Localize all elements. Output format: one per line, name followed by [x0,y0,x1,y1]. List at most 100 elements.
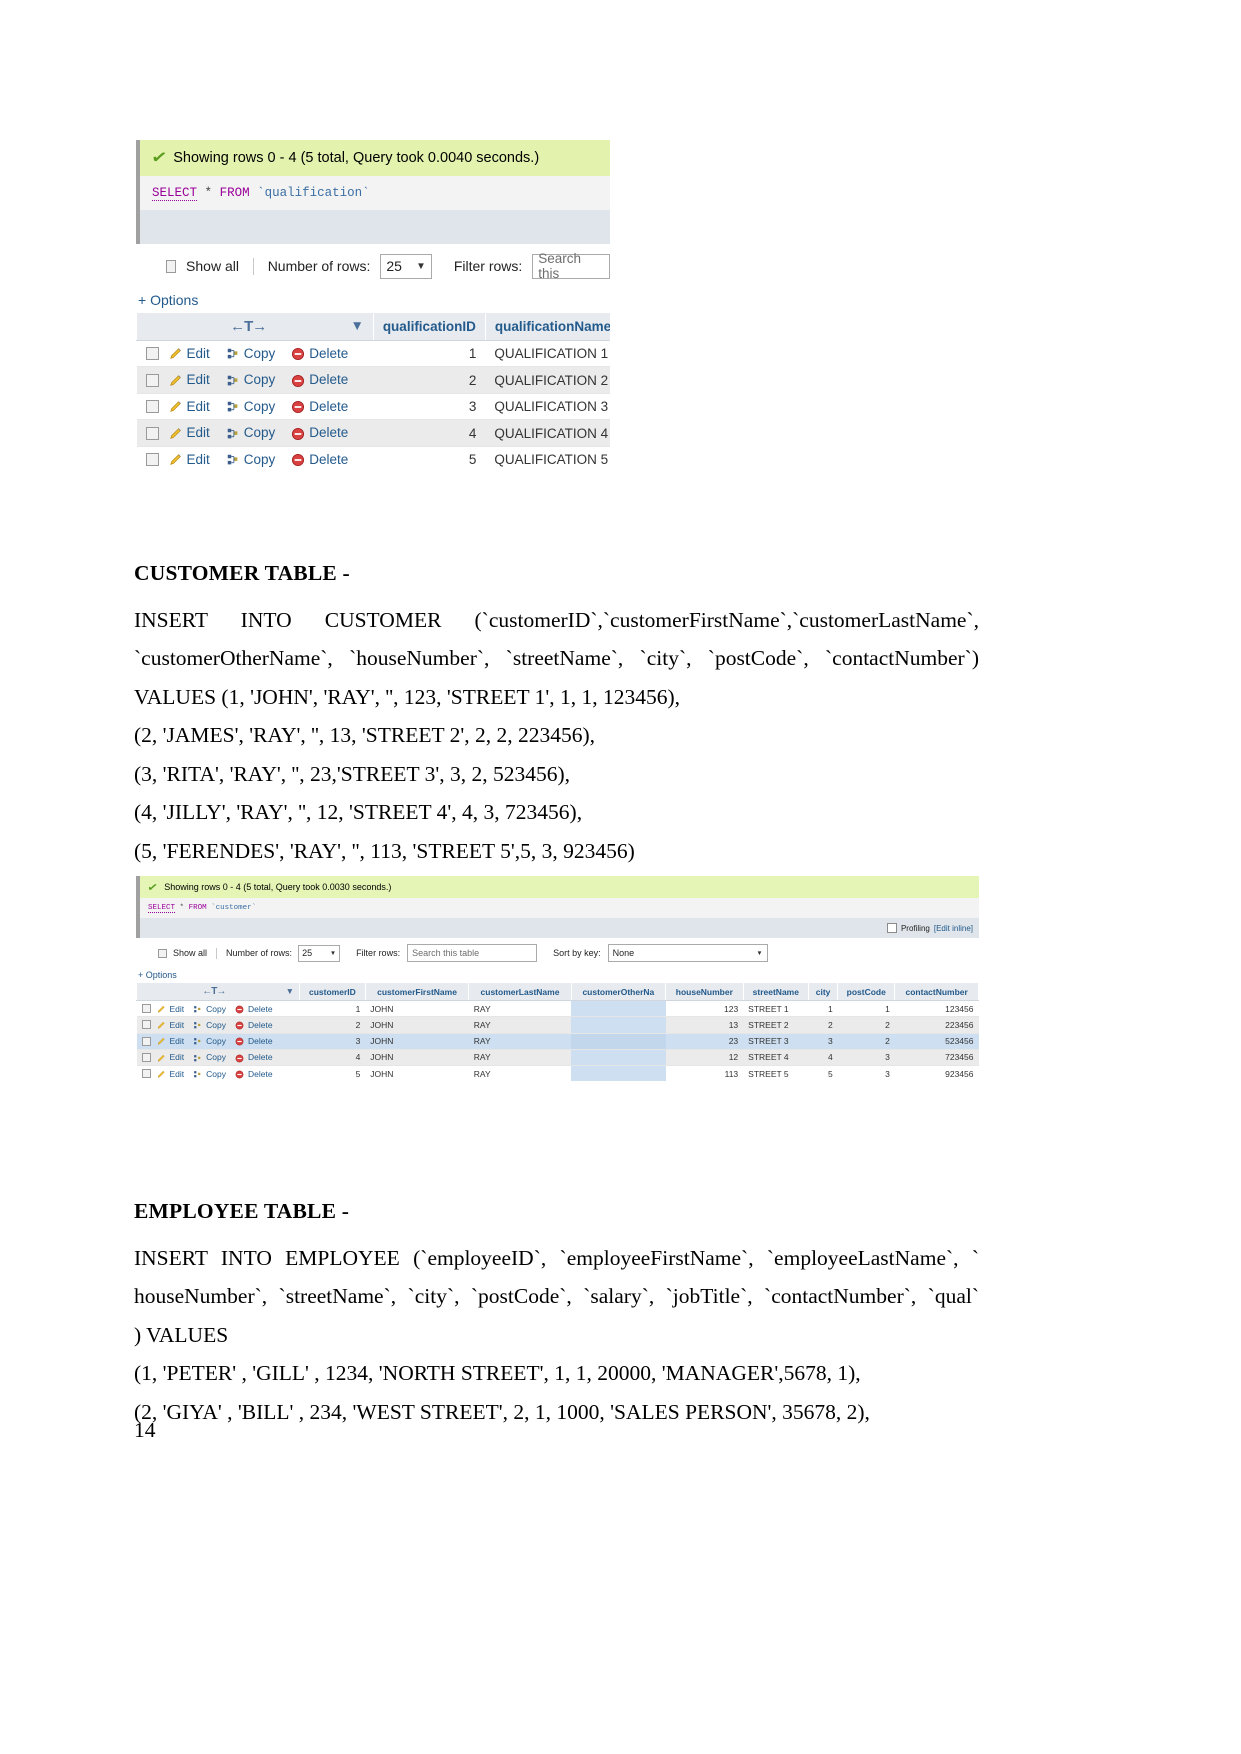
row-select-checkbox[interactable] [145,400,159,414]
qualification-result-screenshot: ✓ Showing rows 0 - 4 (5 total, Query too… [136,140,610,480]
delete-link[interactable]: Delete [235,1036,273,1046]
delete-label: Delete [309,346,349,361]
cell-othername [571,1065,666,1082]
table-row[interactable]: Edit Copy Delete 3 QUALIFICATION 3 [136,392,610,420]
column-header-customerothername[interactable]: customerOtherNa [570,982,667,1001]
row-select-checkbox[interactable] [141,1004,151,1014]
delete-link[interactable]: Delete [235,1069,273,1079]
delete-icon [235,1054,244,1062]
column-header-customerid[interactable]: customerID [299,982,366,1001]
edit-label: Edit [169,1003,185,1014]
edit-link[interactable]: Edit [169,346,210,361]
cell-streetname: STREET 2 [743,1016,809,1033]
copy-icon [227,402,238,412]
customer-action-strip: Profiling [Edit inline] [136,918,979,938]
table-row[interactable]: Edit Copy Delete 2 QUALIFICATION 2 [136,366,610,394]
options-toggle[interactable]: + Options [136,288,610,312]
edit-link[interactable]: Edit [157,1036,184,1046]
row-select-checkbox[interactable] [145,452,159,466]
cell-firstname: JOHN [365,1048,469,1066]
delete-link[interactable]: Delete [235,1052,273,1062]
customer-status-banner: ✓ Showing rows 0 - 4 (5 total, Query too… [136,876,979,898]
edit-link[interactable]: Edit [169,452,210,467]
table-row[interactable]: Edit Copy Delete 5 JOHN RAY 113 STREET 5… [136,1065,979,1082]
delete-link[interactable]: Delete [291,399,348,414]
column-header-streetname[interactable]: streetName [742,982,809,1001]
table-row[interactable]: Edit Copy Delete 4 JOHN RAY 12 STREET 4 … [136,1048,979,1066]
delete-link[interactable]: Delete [291,452,348,467]
chevron-down-icon[interactable]: ▼ [350,318,363,333]
delete-link[interactable]: Delete [235,1020,273,1030]
row-select-checkbox[interactable] [141,1069,151,1079]
row-select-checkbox[interactable] [141,1020,151,1030]
customer-section-heading: CUSTOMER TABLE - [134,561,350,585]
copy-link[interactable]: Copy [226,425,275,440]
edit-link[interactable]: Edit [169,372,210,387]
edit-link[interactable]: Edit [169,399,210,414]
column-header-customerlastname[interactable]: customerLastName [468,982,572,1001]
show-all-checkbox[interactable] [158,948,167,958]
delete-link[interactable]: Delete [291,346,348,361]
options-toggle[interactable]: + Options [136,968,979,982]
column-header-qualificationname[interactable]: qualificationName [484,312,610,341]
copy-link[interactable]: Copy [193,1020,226,1030]
column-header-qualificationid[interactable]: qualificationID [372,312,486,341]
column-header-customerfirstname[interactable]: customerFirstName [364,982,470,1001]
copy-link[interactable]: Copy [226,372,276,388]
copy-link[interactable]: Copy [193,1069,226,1079]
row-select-checkbox[interactable] [145,373,159,387]
table-row[interactable]: Edit Copy Delete 1 QUALIFICATION 1 [136,339,610,367]
copy-link[interactable]: Copy [226,346,275,361]
sort-by-key-select[interactable]: None ▼ [607,944,768,962]
edit-link[interactable]: Edit [169,425,210,440]
cell-streetname: STREET 3 [743,1032,809,1050]
cell-lastname: RAY [468,1065,572,1082]
copy-link[interactable]: Copy [226,451,276,467]
row-select-checkbox[interactable] [145,347,159,361]
table-row[interactable]: Edit Copy Delete 3 JOHN RAY 23 STREET 3 … [136,1032,979,1050]
row-select-checkbox[interactable] [141,1052,151,1062]
delete-icon [235,1037,244,1046]
employee-sql-line: houseNumber`, `streetName`, `city`, `pos… [134,1284,979,1309]
customer-sql-line: (5, 'FERENDES', 'RAY', '', 113, 'STREET … [134,838,635,863]
filter-rows-input[interactable]: Search this table [407,944,538,962]
copy-label: Copy [243,372,276,388]
cell-contactnumber: 923456 [894,1065,979,1082]
column-header-postcode[interactable]: postCode [837,982,896,1001]
cell-lastname: RAY [468,999,572,1017]
number-of-rows-select[interactable]: 25 ▼ [298,944,341,962]
edit-link[interactable]: Edit [157,1052,184,1062]
copy-link[interactable]: Copy [226,399,275,414]
number-of-rows-select[interactable]: 25 ▼ [380,253,432,279]
show-all-checkbox[interactable] [166,259,177,273]
success-check-icon: ✓ [149,146,169,169]
delete-link[interactable]: Delete [291,372,348,387]
row-actions-cell: Edit Copy Delete [136,1065,300,1082]
column-header-city[interactable]: city [807,982,839,1001]
column-header-contactnumber[interactable]: contactNumber [894,982,979,1001]
table-row[interactable]: Edit Copy Delete 5 QUALIFICATION 5 [136,445,610,473]
column-header-housenumber[interactable]: houseNumber [665,982,744,1001]
table-row[interactable]: Edit Copy Delete 1 JOHN RAY 123 STREET 1… [136,999,979,1017]
table-row[interactable]: Edit Copy Delete 4 QUALIFICATION 4 [136,419,610,447]
chevron-down-icon[interactable]: ▼ [286,986,294,996]
table-row[interactable]: Edit Copy Delete 2 JOHN RAY 13 STREET 2 … [136,1016,979,1033]
pencil-icon [157,1070,165,1078]
copy-label: Copy [243,451,276,467]
row-select-checkbox[interactable] [141,1036,151,1046]
edit-link[interactable]: Edit [157,1020,184,1030]
edit-link[interactable]: Edit [157,1003,185,1014]
copy-link[interactable]: Copy [193,1004,226,1014]
copy-link[interactable]: Copy [193,1036,226,1046]
row-select-checkbox[interactable] [145,426,159,440]
filter-rows-input[interactable]: Search this [532,251,610,281]
sort-by-key-value: None [612,948,635,958]
qualification-controls-row: Show all Number of rows: 25 ▼ Filter row… [136,244,610,288]
chevron-down-icon: ▼ [756,949,763,957]
delete-link[interactable]: Delete [291,425,348,440]
delete-link[interactable]: Delete [235,1004,273,1014]
profiling-checkbox[interactable] [886,923,897,933]
edit-inline-link[interactable]: [Edit inline] [934,924,973,933]
copy-link[interactable]: Copy [193,1052,226,1062]
edit-link[interactable]: Edit [157,1069,184,1079]
